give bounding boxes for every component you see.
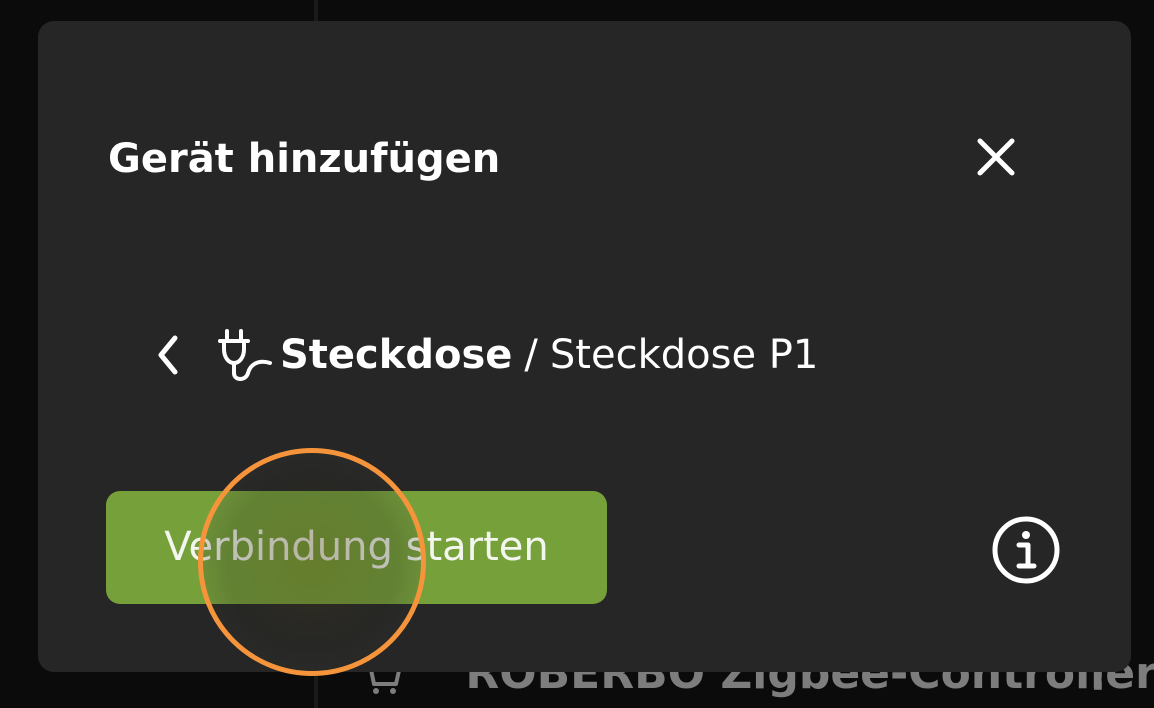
breadcrumb-device: Steckdose P1	[549, 332, 819, 378]
breadcrumb-separator: /	[524, 332, 538, 378]
info-button[interactable]	[990, 514, 1062, 586]
close-icon	[977, 138, 1015, 176]
back-button[interactable]	[148, 325, 188, 385]
plug-icon	[218, 329, 272, 381]
chevron-left-icon	[158, 335, 178, 375]
info-icon	[992, 516, 1060, 584]
breadcrumb: Steckdose / Steckdose P1	[148, 323, 818, 387]
start-connection-button[interactable]: Verbindung starten	[106, 491, 607, 604]
close-button[interactable]	[968, 129, 1024, 185]
add-device-dialog: Gerät hinzufügen Steckdose / Steckdose P…	[38, 21, 1131, 672]
breadcrumb-category[interactable]: Steckdose	[280, 332, 512, 378]
dialog-title: Gerät hinzufügen	[108, 136, 501, 182]
